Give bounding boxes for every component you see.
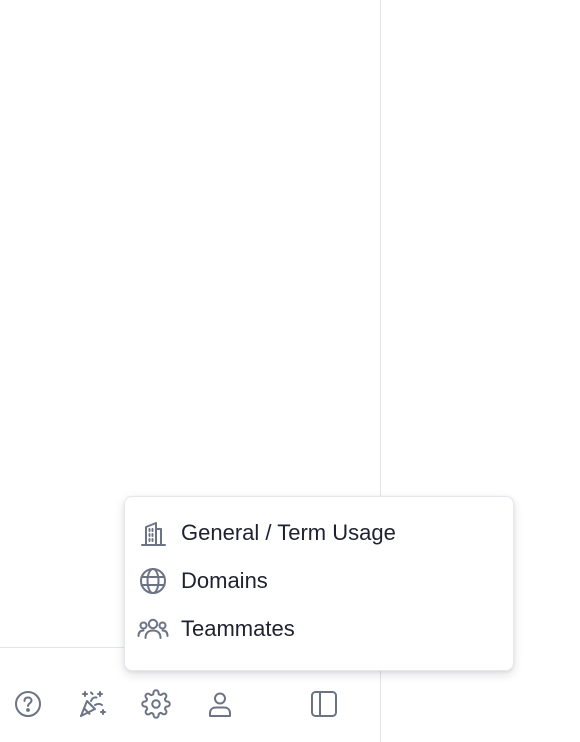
settings-menu: General / Term Usage Domains Teammates [124,496,514,671]
sidebar-toggle-icon [309,689,339,719]
menu-item-label: General / Term Usage [181,520,396,545]
help-button[interactable] [10,686,46,722]
menu-item-domains[interactable]: Domains [125,559,513,603]
users-icon [137,613,169,645]
settings-button[interactable] [138,686,174,722]
profile-button[interactable] [202,686,238,722]
help-icon [13,689,43,719]
menu-item-teammates[interactable]: Teammates [125,607,513,651]
gear-icon [141,689,171,719]
celebration-icon [76,688,108,720]
building-icon [137,517,169,549]
toggle-sidebar-button[interactable] [306,686,342,722]
menu-item-label: Teammates [181,616,295,641]
menu-item-label: Domains [181,568,268,593]
whats-new-button[interactable] [74,686,110,722]
menu-item-general-term-usage[interactable]: General / Term Usage [125,511,513,555]
globe-icon [137,565,169,597]
user-icon [205,689,235,719]
